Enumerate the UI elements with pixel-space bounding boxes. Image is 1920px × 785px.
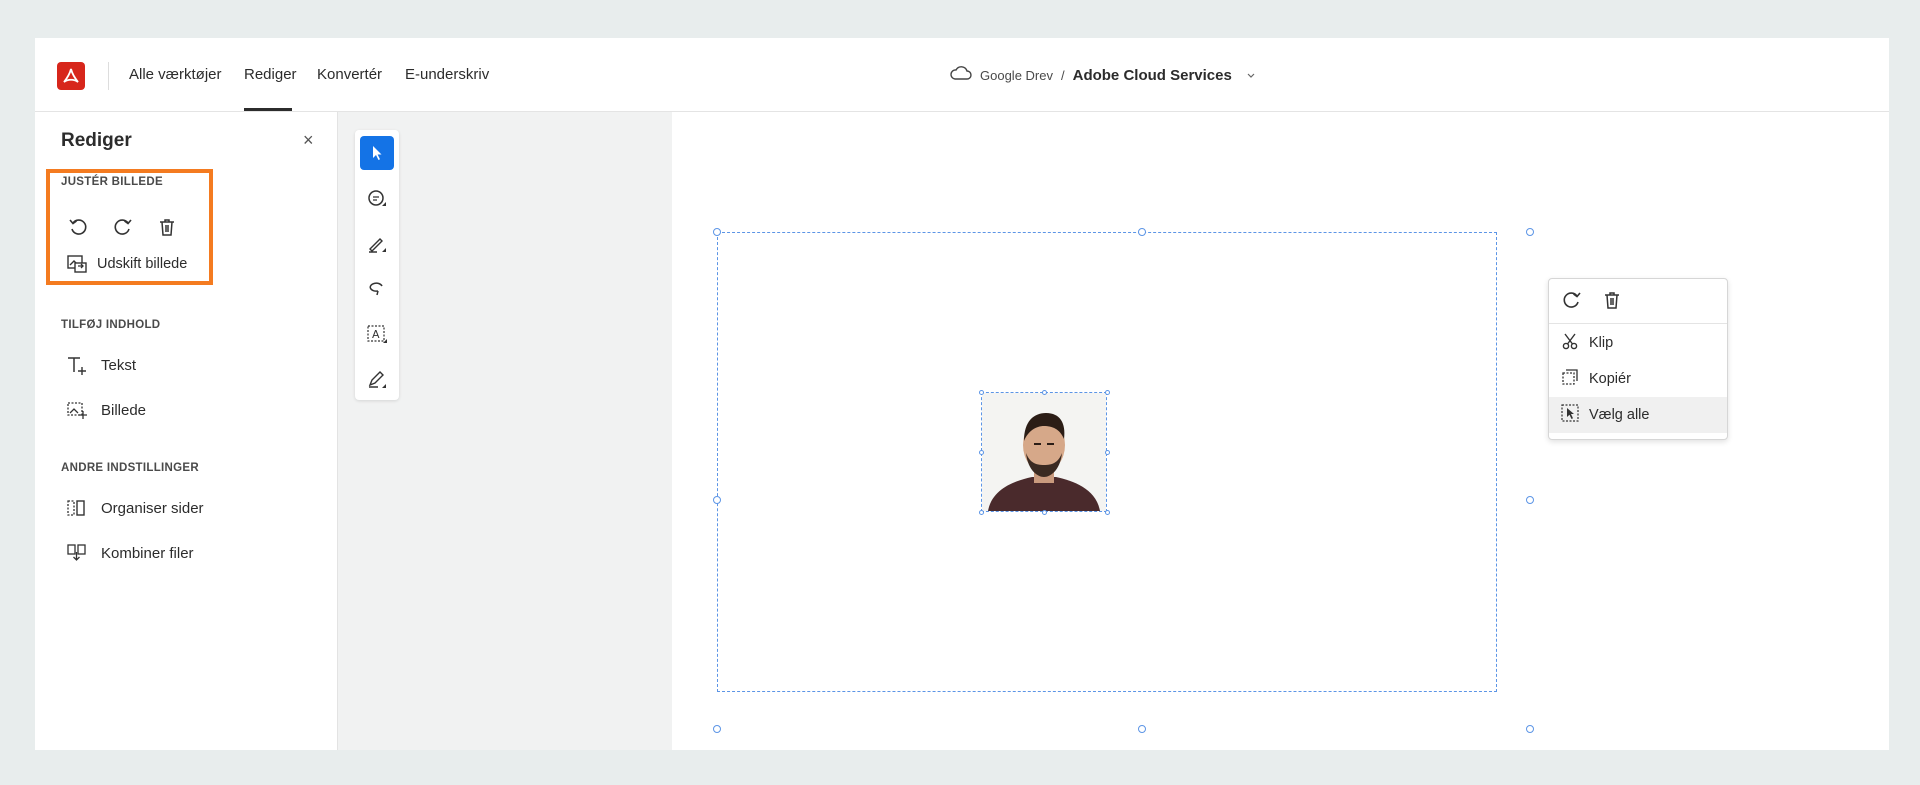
replace-image-icon (65, 252, 89, 276)
image-handle-bc[interactable] (1042, 510, 1047, 515)
image-handle-mr[interactable] (1105, 450, 1110, 455)
section-label-adjust-image: JUSTÉR BILLEDE (61, 176, 163, 188)
image-handle-tr[interactable] (1105, 390, 1110, 395)
context-menu-divider (1549, 323, 1727, 324)
select-all-icon (1561, 404, 1579, 426)
edit-panel: Rediger × JUSTÉR BILLEDE Udskift billede… (35, 112, 338, 750)
add-text-label: Tekst (101, 356, 137, 374)
resize-handle-bottom-right[interactable] (1526, 725, 1534, 733)
resize-handle-middle-right[interactable] (1526, 496, 1534, 504)
context-item-cut-label: Klip (1589, 335, 1614, 351)
copy-icon (1561, 368, 1579, 390)
logo-divider (108, 62, 109, 90)
top-bar: Alle værktøjer Rediger Konvertér E-under… (35, 38, 1889, 112)
nav-e-sign[interactable]: E-underskriv (405, 66, 489, 83)
resize-handle-top-center[interactable] (1138, 228, 1146, 236)
rotate-right-icon[interactable] (110, 214, 136, 240)
breadcrumb-location[interactable]: Google Drev (980, 68, 1053, 83)
selection-frame[interactable] (717, 232, 1497, 692)
add-text-icon (65, 353, 89, 377)
nav-convert[interactable]: Konvertér (317, 66, 382, 83)
organize-pages-label: Organiser sider (101, 499, 204, 517)
image-handle-tl[interactable] (979, 390, 984, 395)
lasso-tool-icon[interactable] (360, 272, 394, 306)
delete-icon[interactable] (154, 214, 180, 240)
context-item-copy[interactable]: Kopiér (1549, 361, 1727, 397)
image-handle-bl[interactable] (979, 510, 984, 515)
fill-sign-tool-icon[interactable] (360, 362, 394, 396)
resize-handle-middle-left[interactable] (713, 496, 721, 504)
organize-pages-button[interactable]: Organiser sider (65, 496, 204, 520)
chevron-down-icon[interactable] (1246, 67, 1256, 85)
context-menu: Klip Kopiér Vælg alle (1548, 278, 1728, 440)
rotate-left-icon[interactable] (65, 214, 91, 240)
document-title[interactable]: Adobe Cloud Services (1073, 67, 1232, 84)
context-item-copy-label: Kopiér (1589, 371, 1631, 387)
cloud-icon (950, 65, 972, 86)
resize-handle-bottom-left[interactable] (713, 725, 721, 733)
scissors-icon (1561, 332, 1579, 354)
comment-tool-icon[interactable] (360, 182, 394, 216)
context-item-select-all[interactable]: Vælg alle (1549, 397, 1727, 433)
acrobat-logo-icon[interactable] (57, 62, 85, 90)
resize-handle-top-left[interactable] (713, 228, 721, 236)
combine-files-label: Kombiner filer (101, 544, 194, 562)
image-handle-br[interactable] (1105, 510, 1110, 515)
text-box-tool-icon[interactable]: A (360, 317, 394, 351)
section-label-other-settings: ANDRE INDSTILLINGER (61, 462, 199, 474)
add-image-button[interactable]: Billede (65, 398, 146, 422)
nav-all-tools[interactable]: Alle værktøjer (129, 66, 222, 83)
resize-handle-bottom-center[interactable] (1138, 725, 1146, 733)
close-panel-button[interactable]: × (303, 130, 314, 151)
portrait-image[interactable] (981, 392, 1107, 512)
delete-icon[interactable] (1599, 287, 1625, 313)
context-item-select-all-label: Vælg alle (1589, 407, 1650, 423)
add-text-button[interactable]: Tekst (65, 353, 136, 377)
image-handle-tc[interactable] (1042, 390, 1047, 395)
replace-image-label: Udskift billede (97, 256, 188, 272)
organize-pages-icon (65, 496, 89, 520)
active-tab-indicator (244, 108, 292, 111)
rotate-right-icon[interactable] (1559, 287, 1585, 313)
svg-text:A: A (372, 328, 380, 341)
breadcrumb-separator: / (1060, 68, 1065, 83)
draw-tool-icon[interactable] (360, 227, 394, 261)
context-item-cut[interactable]: Klip (1549, 325, 1727, 361)
replace-image-button[interactable]: Udskift billede (65, 252, 187, 276)
image-handle-ml[interactable] (979, 450, 984, 455)
breadcrumb[interactable]: Google Drev / Adobe Cloud Services (950, 65, 1256, 86)
nav-edit[interactable]: Rediger (244, 66, 297, 83)
section-label-add-content: TILFØJ INDHOLD (61, 319, 161, 331)
select-tool-icon[interactable] (360, 136, 394, 170)
combine-files-button[interactable]: Kombiner filer (65, 541, 194, 565)
combine-files-icon (65, 541, 89, 565)
tool-strip: A (355, 130, 399, 400)
portrait-photo (982, 393, 1106, 511)
resize-handle-top-right[interactable] (1526, 228, 1534, 236)
add-image-label: Billede (101, 401, 147, 419)
add-image-icon (65, 398, 89, 422)
panel-title: Rediger (61, 130, 132, 151)
